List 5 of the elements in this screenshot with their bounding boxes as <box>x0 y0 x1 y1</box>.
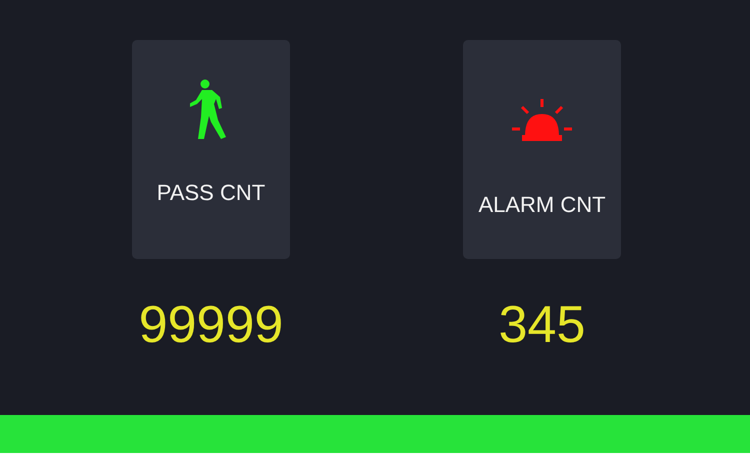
alarm-siren-icon <box>511 98 573 142</box>
counter-label: PASS CNT <box>156 180 266 206</box>
counter-value: 99999 <box>138 295 284 355</box>
counter-label: ALARM CNT <box>478 192 606 218</box>
counter-value: 345 <box>498 295 586 355</box>
